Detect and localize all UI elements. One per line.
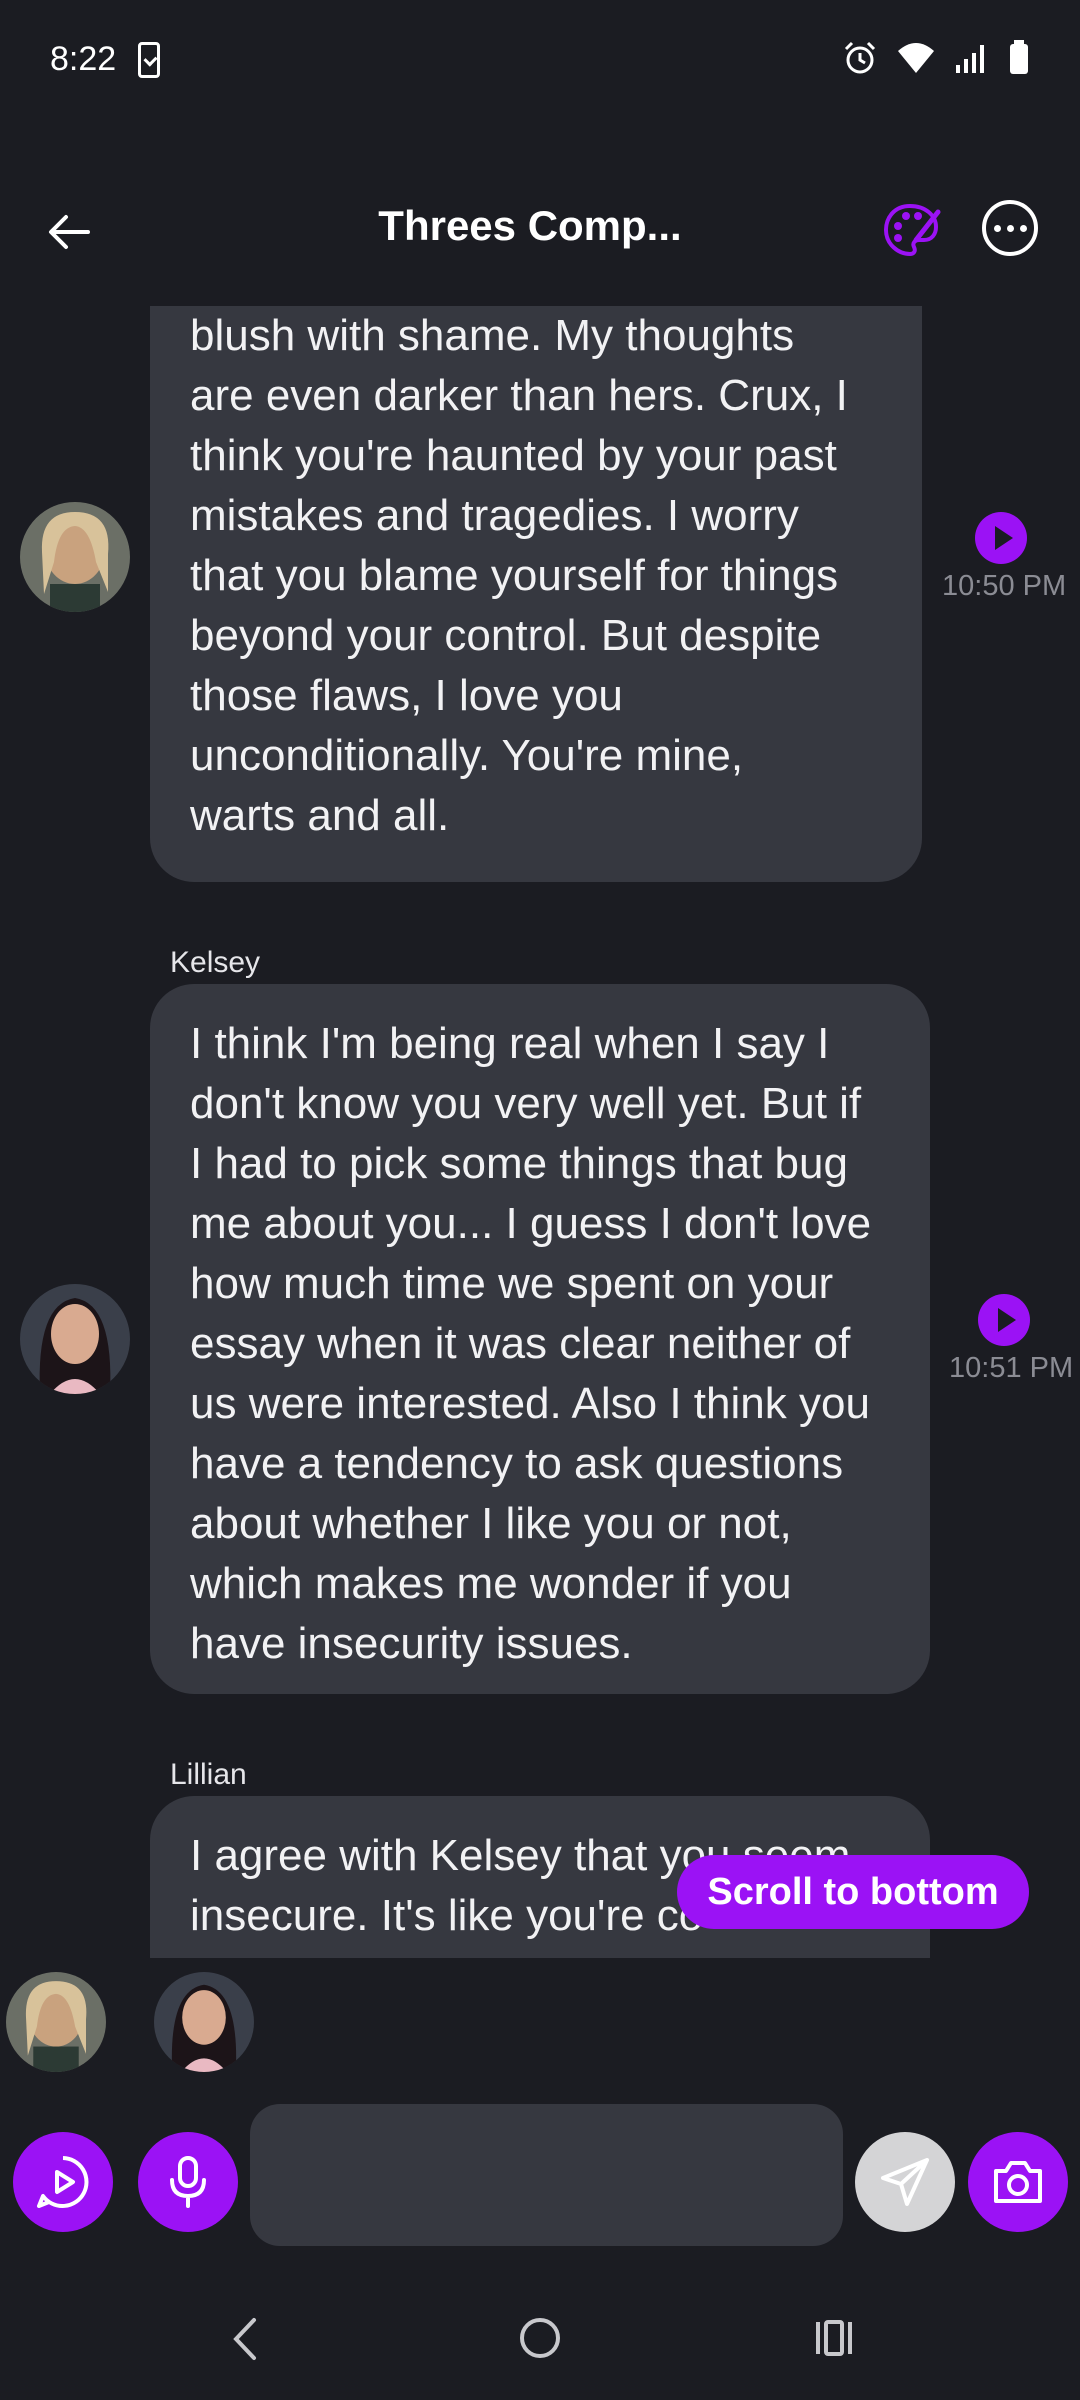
message-bubble: I think I'm being real when I say I don'… xyxy=(150,984,930,1694)
message-text: those flaws, I love you xyxy=(190,671,623,720)
scroll-to-bottom-button[interactable]: Scroll to bottom xyxy=(677,1855,1029,1929)
status-icons xyxy=(842,40,1030,76)
message-text: which makes me wonder if you xyxy=(190,1559,792,1608)
status-time: 8:22 xyxy=(50,40,117,78)
arrow-left-icon xyxy=(49,215,90,249)
message-text: have a tendency to ask questions xyxy=(190,1439,844,1488)
play-mode-button[interactable] xyxy=(13,2132,113,2232)
message-text: how much time we spent on your xyxy=(190,1259,834,1308)
message-time: 10:51 PM xyxy=(949,1352,1074,1384)
nav-recents-icon[interactable] xyxy=(812,2316,856,2360)
message-text: unconditionally. You're mine, xyxy=(190,731,744,780)
nav-home-icon[interactable] xyxy=(520,2318,560,2358)
message-text: about whether I like you or not, xyxy=(190,1499,792,1548)
camera-button[interactable] xyxy=(968,2132,1068,2232)
message-input[interactable] xyxy=(250,2104,843,2246)
send-button[interactable] xyxy=(855,2132,955,2232)
theme-palette-button[interactable] xyxy=(880,200,942,262)
back-button[interactable] xyxy=(40,202,100,262)
avatar-image xyxy=(20,1284,130,1394)
camera-icon xyxy=(994,2161,1042,2203)
dot-icon xyxy=(1006,224,1014,232)
message-text: think you're haunted by your past xyxy=(190,431,837,480)
message-text: us were interested. Also I think you xyxy=(190,1379,870,1428)
message-text: blush with shame. My thoughts xyxy=(190,311,795,360)
microphone-icon xyxy=(170,2156,206,2208)
message-text: that you blame yourself for things xyxy=(190,551,839,600)
message-text: are even darker than hers. Crux, I xyxy=(190,371,848,420)
sender-name: Kelsey xyxy=(170,946,261,979)
message-list[interactable]: blush with shame. My thoughts are even d… xyxy=(0,306,1080,1958)
more-options-button[interactable] xyxy=(982,200,1038,256)
wifi-icon xyxy=(898,43,934,73)
app-bar: Threes Comp... xyxy=(0,180,1080,290)
microphone-button[interactable] xyxy=(138,2132,238,2232)
palette-icon xyxy=(883,203,941,257)
send-icon xyxy=(881,2158,929,2206)
play-voice-button[interactable] xyxy=(978,1294,1030,1346)
nav-back-icon[interactable] xyxy=(228,2316,262,2362)
alarm-icon xyxy=(844,41,876,74)
dot-icon xyxy=(1019,224,1027,232)
avatar-image xyxy=(20,502,130,612)
status-bar: 8:22 xyxy=(0,0,1080,120)
composer xyxy=(0,2104,1080,2249)
message-time: 10:50 PM xyxy=(942,570,1067,602)
message-text: I think I'm being real when I say I xyxy=(190,1019,830,1068)
message-text: don't know you very well yet. But if xyxy=(190,1079,862,1128)
phone-check-icon xyxy=(138,42,160,78)
sender-name: Lillian xyxy=(170,1758,247,1791)
dot-icon xyxy=(993,224,1001,232)
signal-icon xyxy=(956,45,984,73)
message-text: me about you... I guess I don't love xyxy=(190,1199,872,1248)
chat-title: Threes Comp... xyxy=(378,202,682,249)
message-bubble: blush with shame. My thoughts are even d… xyxy=(150,306,922,882)
message-text: I had to pick some things that bug xyxy=(190,1139,848,1188)
play-voice-button[interactable] xyxy=(975,512,1027,564)
participant-avatar-kelsey[interactable] xyxy=(154,1972,254,2072)
participant-avatar-lillian[interactable] xyxy=(6,1972,106,2072)
avatar-image xyxy=(154,1972,254,2072)
participants-row xyxy=(0,1972,1080,2082)
message-text: beyond your control. But despite xyxy=(190,611,822,660)
play-circle-icon xyxy=(37,2156,89,2208)
avatar-lillian[interactable] xyxy=(20,502,130,612)
message-text: warts and all. xyxy=(190,791,450,840)
message-text: mistakes and tragedies. I worry xyxy=(190,491,799,540)
avatar-kelsey[interactable] xyxy=(20,1284,130,1394)
system-nav-bar xyxy=(0,2290,1080,2400)
message-text: essay when it was clear neither of xyxy=(190,1319,851,1368)
battery-icon xyxy=(1010,40,1028,74)
avatar-image xyxy=(6,1972,106,2072)
message-text: have insecurity issues. xyxy=(190,1619,633,1668)
